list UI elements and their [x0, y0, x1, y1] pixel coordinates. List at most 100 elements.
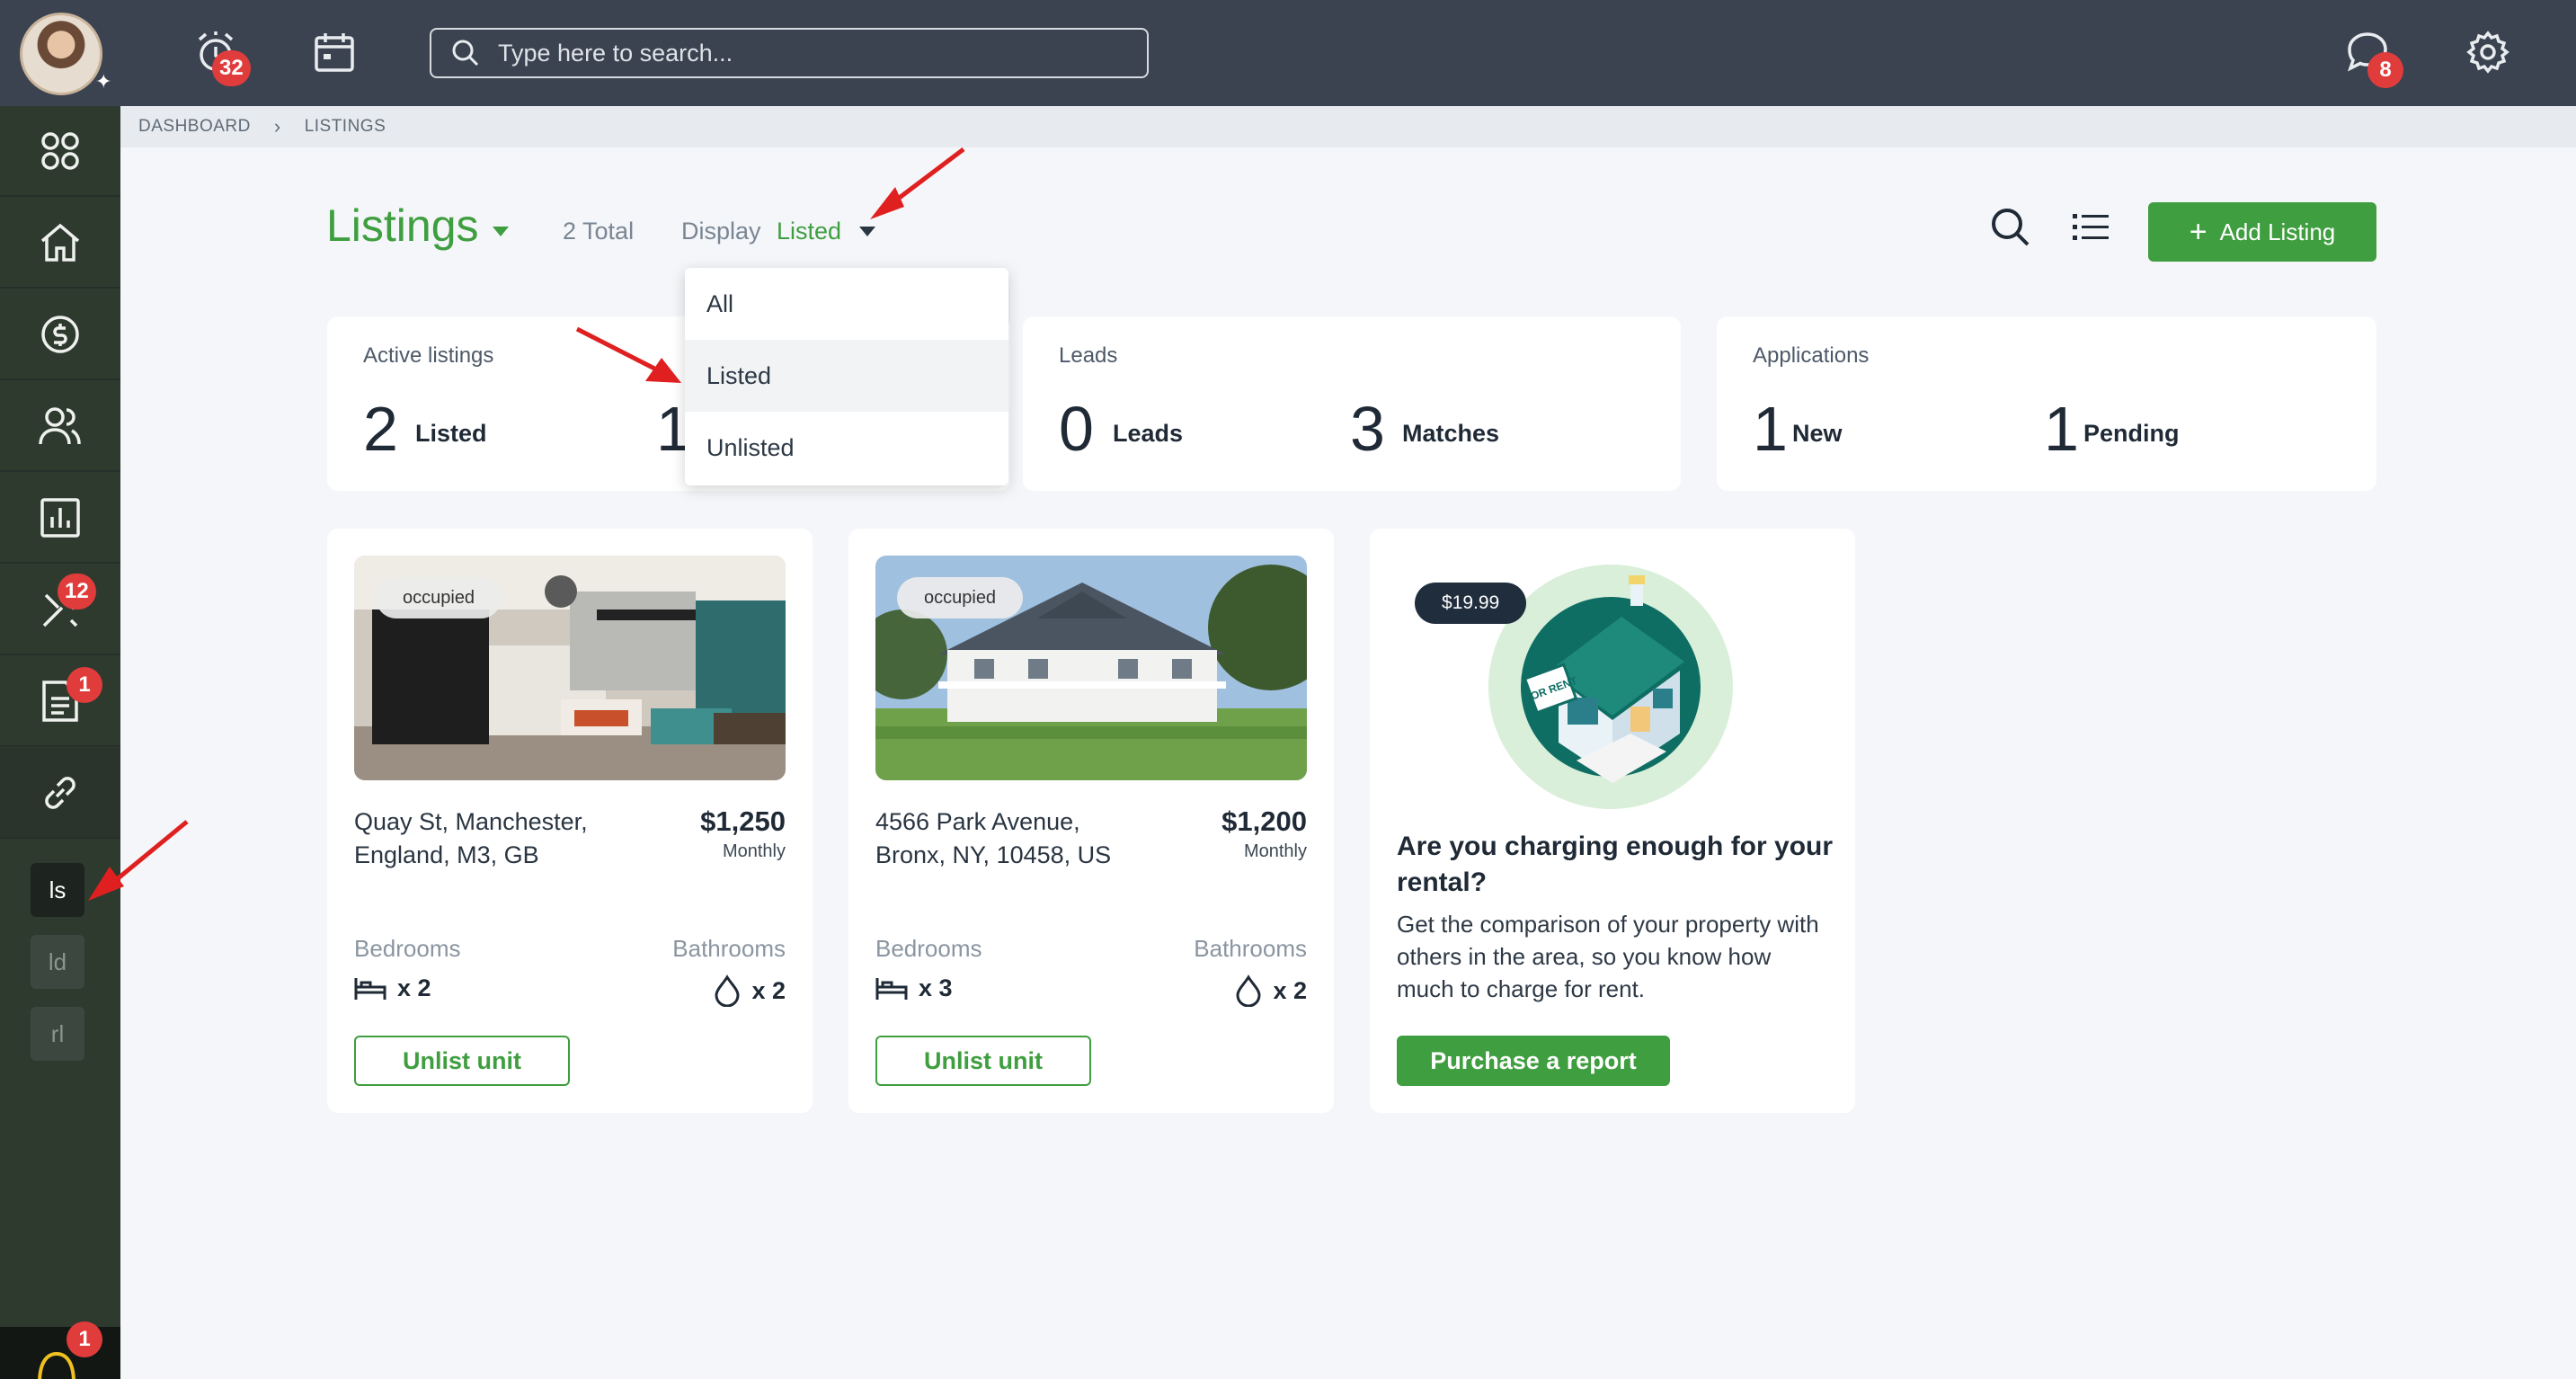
breadcrumb: DASHBOARD › LISTINGS [120, 106, 2576, 147]
notifications-area[interactable]: 1 [0, 1321, 120, 1379]
promo-text: Get the comparison of your property with… [1397, 911, 1819, 1002]
search-input[interactable] [498, 39, 1127, 67]
unlist-unit-button[interactable]: Unlist unit [354, 1036, 570, 1086]
stat-label: Leads [1113, 420, 1184, 447]
alerts-badge: 32 [212, 50, 251, 86]
dropdown-option-unlisted[interactable]: Unlisted [685, 412, 1008, 484]
stat-title: Leads [1059, 343, 1118, 368]
sidebar-item-links[interactable] [0, 748, 120, 839]
bedrooms-value: x 3 [919, 974, 953, 1001]
stat-value: 0 [1059, 394, 1094, 464]
bell-badge: 1 [67, 1321, 102, 1357]
promo-title: Are you charging enough for your rental? [1397, 832, 1834, 897]
caret-down-icon[interactable] [859, 227, 875, 237]
caret-down-icon[interactable] [493, 227, 509, 237]
breadcrumb-dashboard[interactable]: DASHBOARD [138, 117, 251, 137]
purchase-report-button[interactable]: Purchase a report [1397, 1036, 1670, 1086]
listing-address: 4566 Park Avenue, Bronx, NY, 10458, US [875, 805, 1145, 872]
pin-icon: ✦ [95, 70, 112, 93]
chart-icon [40, 497, 80, 538]
annotation-arrow-icon [870, 147, 965, 219]
sidebar-sub-rl[interactable]: rl [31, 1007, 84, 1061]
bedrooms-count: x 3 [875, 974, 953, 1002]
gear-icon[interactable] [2463, 27, 2513, 77]
bathrooms-label: Bathrooms [672, 935, 786, 962]
bed-icon [875, 977, 908, 1000]
list-view-icon[interactable] [2073, 212, 2109, 243]
dropdown-option-listed[interactable]: Listed [685, 340, 1008, 412]
sidebar-item-reports[interactable] [0, 473, 120, 564]
listing-period: Monthly [1243, 841, 1307, 861]
people-icon [39, 406, 81, 444]
status-badge: occupied [376, 577, 502, 618]
display-filter[interactable]: Listed [777, 218, 841, 245]
sidebar: 12 1 ls ld rl 1 [0, 106, 120, 1379]
sidebar-sub-ld[interactable]: ld [31, 935, 84, 989]
messages-badge: 8 [2367, 52, 2403, 88]
stat-card-leads: Leads 0 Leads 3 Matches [1023, 316, 1681, 491]
water-drop-icon [715, 974, 740, 1007]
total-count: 2 Total [563, 218, 635, 245]
report-price-badge: $19.99 [1415, 583, 1527, 624]
plus-icon: + [2189, 215, 2207, 249]
sidebar-item-apps[interactable] [0, 106, 120, 197]
search-bar[interactable] [430, 28, 1149, 78]
search-icon[interactable] [1990, 207, 2031, 248]
search-icon [452, 40, 479, 67]
display-dropdown-menu: All Listed Unlisted [685, 268, 1008, 485]
bathrooms-count: x 2 [714, 974, 786, 1007]
listing-price: $1,250 [700, 805, 786, 837]
alarm-icon[interactable]: 32 [191, 27, 251, 86]
stat-title: Active listings [363, 343, 494, 368]
bedrooms-count: x 2 [354, 974, 431, 1002]
listing-period: Monthly [722, 841, 786, 861]
address-line-2: Bronx, NY, 10458, US [875, 841, 1112, 868]
bedrooms-value: x 2 [397, 974, 431, 1001]
sidebar-item-payments[interactable] [0, 289, 120, 380]
listing-photo[interactable]: occupied [354, 556, 786, 780]
apps-icon [41, 131, 79, 170]
bed-icon [354, 977, 386, 1000]
page-title[interactable]: Listings [326, 200, 479, 252]
stat-value: 1 [1753, 394, 1788, 464]
user-avatar[interactable] [20, 13, 102, 95]
listing-card[interactable]: occupied Quay St, Manchester, England, M… [327, 529, 813, 1113]
stat-label: Matches [1402, 420, 1500, 447]
display-label: Display [681, 218, 761, 245]
calendar-icon[interactable] [309, 27, 360, 77]
address-line-1: Quay St, Manchester, [354, 808, 588, 835]
sidebar-item-people[interactable] [0, 381, 120, 472]
listing-price: $1,200 [1221, 805, 1307, 837]
sidebar-sub-ls[interactable]: ls [31, 863, 84, 917]
bathrooms-label: Bathrooms [1194, 935, 1307, 962]
address-line-2: England, M3, GB [354, 841, 539, 868]
address-line-1: 4566 Park Avenue, [875, 808, 1080, 835]
dropdown-option-all[interactable]: All [685, 268, 1008, 340]
home-icon [40, 223, 80, 262]
tools-badge: 12 [58, 574, 96, 609]
stat-card-applications: Applications 1 New 1 Pending [1717, 316, 2376, 491]
sidebar-item-tools[interactable]: 12 [0, 565, 120, 655]
bedrooms-label: Bedrooms [875, 935, 982, 962]
top-bar: ✦ 32 8 [0, 0, 2576, 106]
sidebar-item-home[interactable] [0, 198, 120, 289]
unlist-unit-button[interactable]: Unlist unit [875, 1036, 1091, 1086]
sidebar-item-documents[interactable]: 1 [0, 656, 120, 747]
bedrooms-label: Bedrooms [354, 935, 461, 962]
add-listing-label: Add Listing [2219, 218, 2336, 245]
stat-value: 1 [2044, 394, 2079, 464]
listing-card[interactable]: occupied 4566 Park Avenue, Bronx, NY, 10… [848, 529, 1334, 1113]
stat-value: 3 [1350, 394, 1385, 464]
listing-address: Quay St, Manchester, England, M3, GB [354, 805, 624, 872]
documents-badge: 1 [67, 667, 102, 703]
bathrooms-value: x 2 [1273, 976, 1307, 1004]
dollar-icon [41, 315, 79, 353]
add-listing-button[interactable]: + Add Listing [2148, 202, 2376, 262]
rent-report-promo-card: $19.99 FOR RENT Are you charging enough … [1370, 529, 1855, 1113]
bathrooms-count: x 2 [1235, 974, 1307, 1007]
water-drop-icon [1236, 974, 1261, 1007]
listing-photo[interactable]: occupied [875, 556, 1307, 780]
stat-label: Pending [2083, 420, 2180, 447]
chat-icon[interactable]: 8 [2342, 27, 2403, 88]
stat-label: Listed [415, 420, 487, 447]
